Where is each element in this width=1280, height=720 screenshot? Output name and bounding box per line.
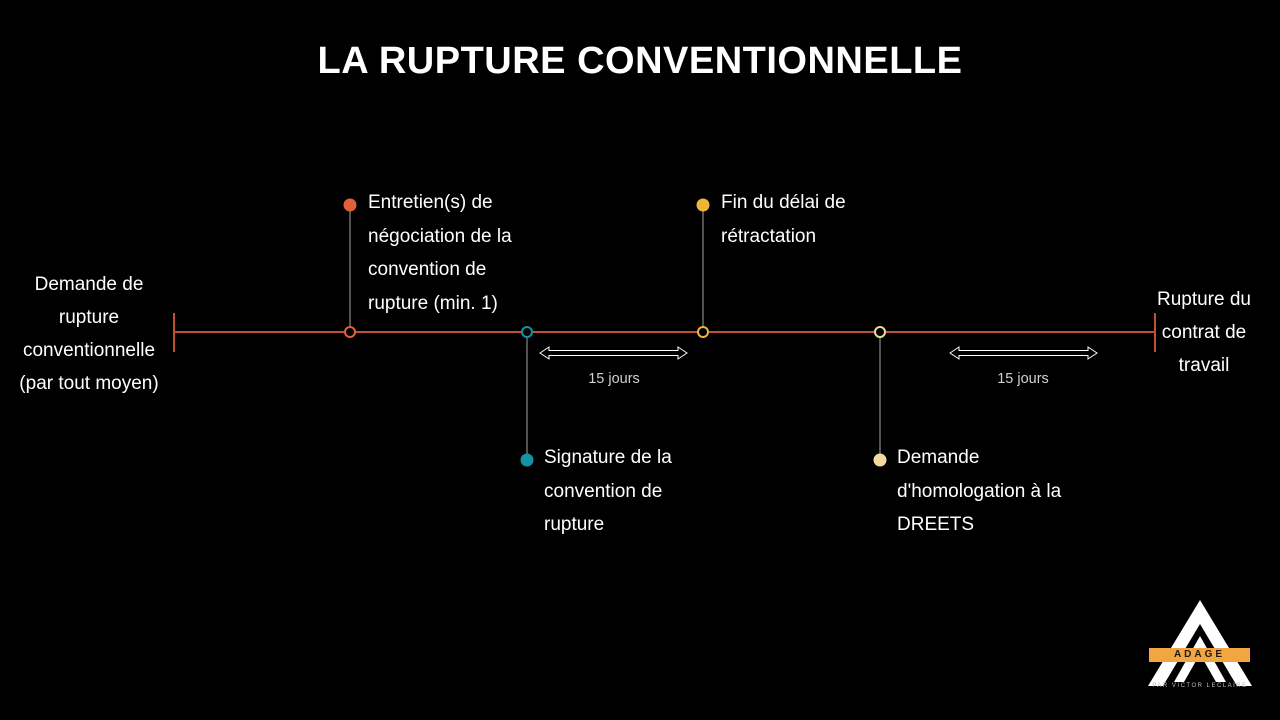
duration-label-2: 15 jours <box>997 371 1049 387</box>
logo-name: ADAGE <box>1149 648 1250 662</box>
logo-subtitle: PAR VICTOR LECLAIRE <box>1152 683 1248 689</box>
step-3-marker <box>696 198 710 212</box>
step-1-label-line: rupture (min. 1) <box>368 292 498 314</box>
step-2-label: Signature de la convention de rupture <box>544 441 714 542</box>
timeline-diagram <box>173 198 1156 467</box>
duration-label-1: 15 jours <box>588 371 640 387</box>
end-label-line: travail <box>1178 355 1230 376</box>
start-label: Demande de rupture conventionnelle (par … <box>8 268 170 400</box>
step-3-label-line: Fin du délai de <box>721 192 846 213</box>
step-4-marker <box>873 453 887 467</box>
step-2-axis-node <box>521 326 533 338</box>
start-label-line: rupture <box>58 307 120 328</box>
start-label-line: Demande de <box>34 274 144 295</box>
duration-arrow-1 <box>539 346 688 360</box>
step-1-label-line: négociation de la <box>368 225 512 247</box>
step-3-axis-node <box>697 326 709 338</box>
end-label: Rupture du contrat de travail <box>1148 283 1260 382</box>
start-label-line: (par tout moyen) <box>19 373 159 394</box>
step-3-label-line: rétractation <box>721 225 817 247</box>
step-2-marker <box>520 453 534 467</box>
step-1-marker <box>343 198 357 212</box>
step-3-label: Fin du délai de rétractation <box>721 186 891 253</box>
step-2-label-line: convention de <box>544 480 663 502</box>
step-4-label-line: DREETS <box>897 514 975 535</box>
step-4-axis-node <box>874 326 886 338</box>
step-4-label-line: Demande <box>897 447 980 468</box>
step-1-label-line: Entretien(s) de <box>368 192 493 213</box>
adage-logo-icon <box>1148 600 1252 686</box>
step-1-label-line: convention de <box>368 259 487 280</box>
step-1-axis-node <box>344 326 356 338</box>
step-1-label: Entretien(s) de négociation de la conven… <box>368 186 538 320</box>
end-label-line: contrat de <box>1161 322 1247 343</box>
step-2-label-line: Signature de la <box>544 447 672 468</box>
step-2-label-line: rupture <box>544 514 605 535</box>
step-4-label: Demande d'homologation à la DREETS <box>897 441 1097 542</box>
step-4-label-line: d'homologation à la <box>897 480 1062 502</box>
start-label-line: conventionnelle <box>22 340 156 361</box>
duration-arrow-2 <box>949 346 1098 360</box>
end-label-line: Rupture du <box>1156 289 1251 310</box>
